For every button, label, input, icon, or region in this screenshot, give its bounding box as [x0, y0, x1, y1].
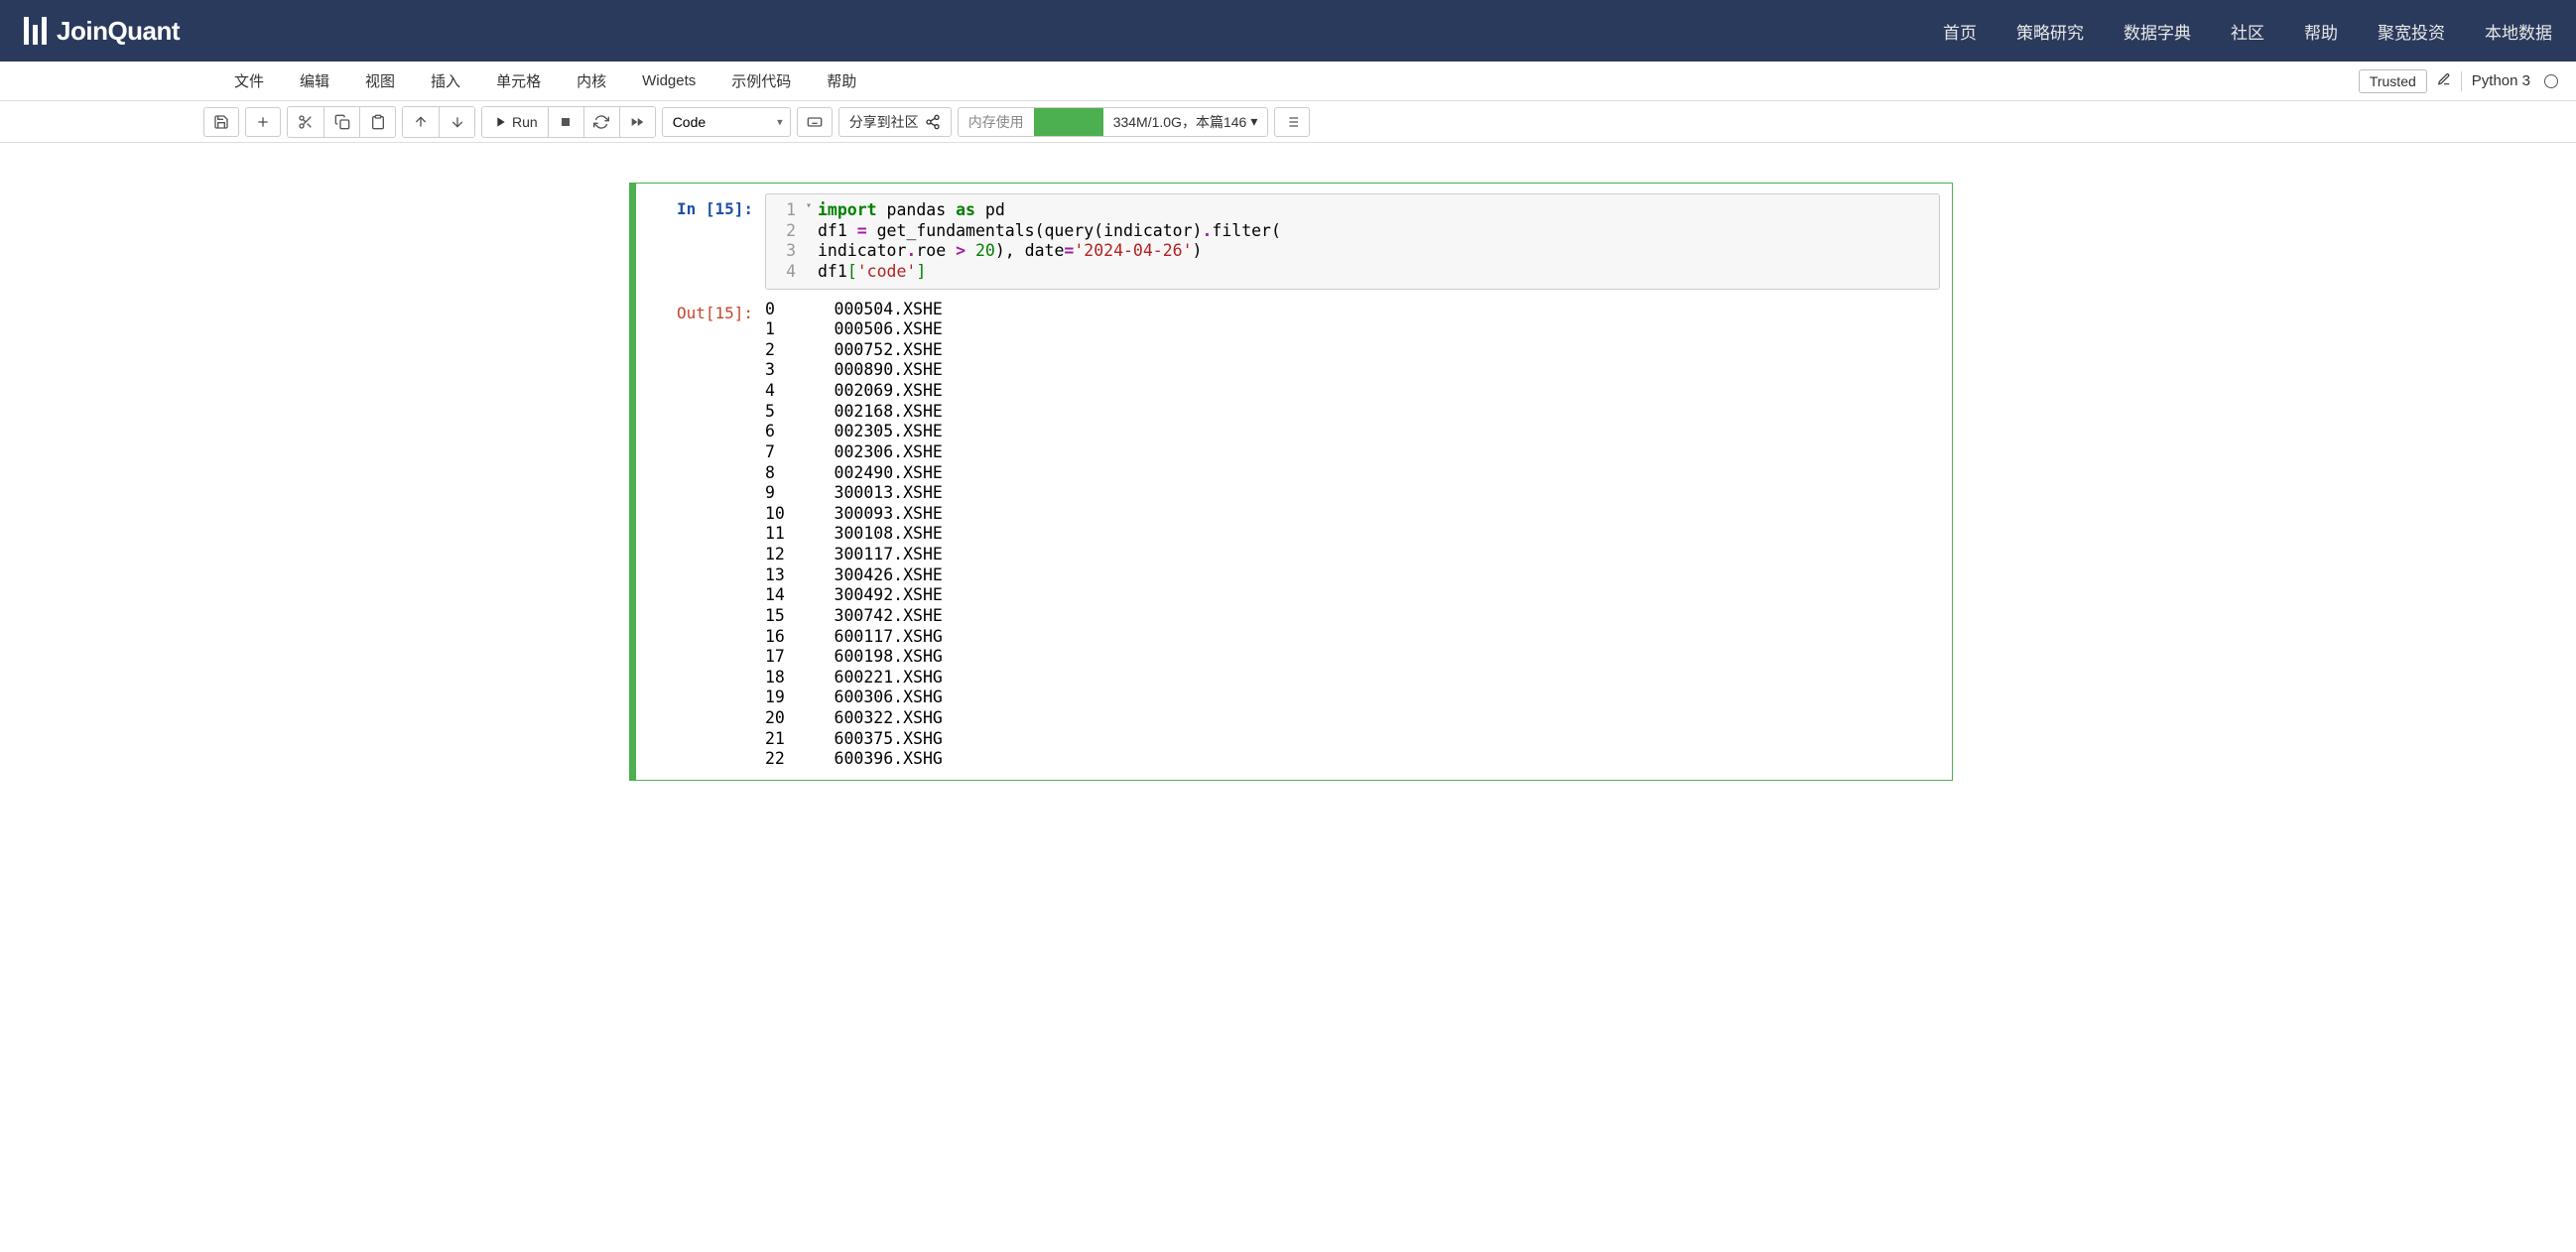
memory-text: 334M/1.0G，本篇146▾	[1103, 112, 1268, 132]
stop-button[interactable]	[548, 107, 583, 137]
menu-view[interactable]: 视图	[347, 70, 413, 91]
code-editor[interactable]: 1import pandas as pd 2df1 = get_fundamen…	[765, 193, 1940, 290]
menu-edit[interactable]: 编辑	[282, 70, 347, 91]
nav-localdata[interactable]: 本地数据	[2485, 19, 2552, 44]
trusted-badge[interactable]: Trusted	[2359, 69, 2427, 93]
cell-output: 0 000504.XSHE 1 000506.XSHE 2 000752.XSH…	[765, 298, 1952, 770]
out-prompt: Out[15]:	[636, 298, 765, 770]
toolbar: Run Code 分享到社区 内存使用 334M/1.0G，本篇146▾	[0, 101, 2576, 143]
kernel-name[interactable]: Python 3	[2472, 72, 2534, 89]
memory-indicator[interactable]: 内存使用 334M/1.0G，本篇146▾	[958, 107, 1269, 137]
run-label: Run	[512, 114, 538, 130]
top-nav: JoinQuant 首页 策略研究 数据字典 社区 帮助 聚宽投资 本地数据	[0, 0, 2576, 62]
menu-cell[interactable]: 单元格	[478, 70, 559, 91]
paste-button[interactable]	[359, 107, 395, 137]
kernel-status-icon	[2544, 74, 2558, 88]
menu-examples[interactable]: 示例代码	[713, 70, 809, 91]
nav-help[interactable]: 帮助	[2304, 19, 2338, 44]
move-down-button[interactable]	[439, 107, 474, 137]
add-cell-button[interactable]	[245, 107, 281, 137]
brand-logo[interactable]: JoinQuant	[24, 16, 180, 47]
celltype-select-wrap: Code	[662, 107, 791, 137]
menu-help[interactable]: 帮助	[809, 70, 874, 91]
notebook-area[interactable]: In [15]: 1import pandas as pd 2df1 = get…	[0, 143, 2576, 1252]
divider	[2461, 71, 2462, 91]
nav-research[interactable]: 策略研究	[2016, 19, 2084, 44]
menu-kernel[interactable]: 内核	[559, 70, 624, 91]
edit-icon[interactable]	[2437, 72, 2451, 90]
nav-invest[interactable]: 聚宽投资	[2378, 19, 2445, 44]
fastforward-button[interactable]	[619, 107, 655, 137]
line-number: 3	[766, 241, 806, 262]
run-group: Run	[481, 106, 656, 138]
save-button[interactable]	[203, 107, 239, 137]
memory-bar	[1034, 108, 1103, 136]
menu-file[interactable]: 文件	[216, 70, 282, 91]
brand-name: JoinQuant	[57, 16, 180, 47]
copy-button[interactable]	[323, 107, 359, 137]
share-button[interactable]: 分享到社区	[838, 107, 952, 137]
run-button[interactable]: Run	[482, 107, 548, 137]
keyboard-button[interactable]	[797, 107, 833, 137]
memory-label: 内存使用	[959, 112, 1034, 132]
share-icon	[925, 114, 941, 130]
nav-datadict[interactable]: 数据字典	[2124, 19, 2191, 44]
cut-button[interactable]	[288, 107, 323, 137]
move-up-button[interactable]	[403, 107, 439, 137]
clipboard-group	[287, 106, 396, 138]
list-button[interactable]	[1274, 107, 1310, 137]
line-number: 1	[766, 200, 806, 221]
menu-insert[interactable]: 插入	[413, 70, 478, 91]
celltype-select[interactable]: Code	[662, 107, 791, 137]
menu-widgets[interactable]: Widgets	[624, 72, 713, 89]
logo-bars-icon	[24, 17, 47, 45]
nav-links: 首页 策略研究 数据字典 社区 帮助 聚宽投资 本地数据	[1943, 19, 2552, 44]
nav-community[interactable]: 社区	[2231, 19, 2264, 44]
chevron-down-icon: ▾	[1250, 113, 1257, 130]
in-prompt: In [15]:	[636, 193, 765, 290]
nav-home[interactable]: 首页	[1943, 19, 1977, 44]
share-label: 分享到社区	[849, 112, 919, 132]
line-number: 2	[766, 221, 806, 242]
line-number: 4	[766, 262, 806, 283]
menubar: 文件 编辑 视图 插入 单元格 内核 Widgets 示例代码 帮助 Trust…	[0, 62, 2576, 101]
restart-button[interactable]	[583, 107, 619, 137]
code-cell[interactable]: In [15]: 1import pandas as pd 2df1 = get…	[629, 183, 1953, 781]
move-group	[402, 106, 475, 138]
